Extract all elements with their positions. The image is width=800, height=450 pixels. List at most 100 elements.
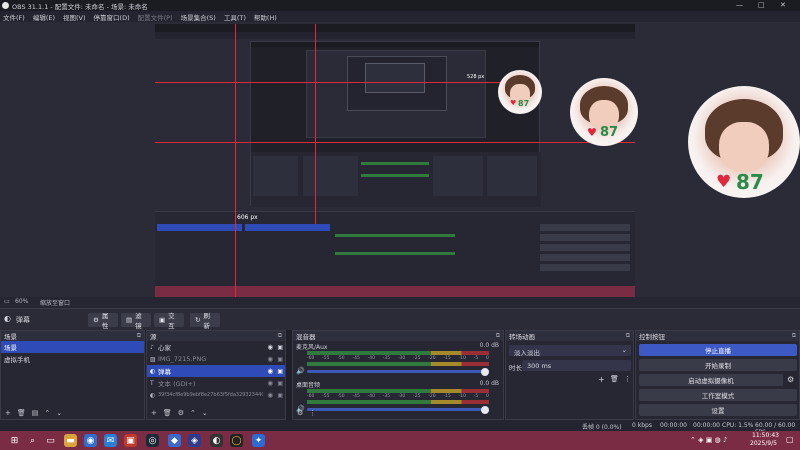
lock-icon[interactable]: ▣ bbox=[277, 356, 283, 363]
source-item[interactable]: ◐ 39f34cf8e9b9ebf8e27b63f5fda329323440...… bbox=[147, 389, 285, 401]
eye-icon[interactable]: ◉ bbox=[267, 343, 273, 351]
menu-edit[interactable]: 编辑(E) bbox=[33, 12, 55, 22]
scenes-dock-header: 场景 ⧉ bbox=[1, 331, 144, 341]
source-item[interactable]: ◐ 弹幕 ◉ ▣ bbox=[147, 365, 285, 377]
channel-db: 0.0 dB bbox=[479, 380, 499, 387]
scenes-footer: + 🗑 ▤ ⌃ ⌄ bbox=[1, 406, 144, 419]
channel-db: 0.0 dB bbox=[479, 342, 499, 349]
app-icon[interactable]: ◈ bbox=[188, 434, 201, 447]
menu-file[interactable]: 文件(F) bbox=[3, 12, 25, 22]
speaker-icon[interactable]: 🔊 bbox=[296, 367, 305, 375]
filters-button[interactable]: ▤ 滤镜 bbox=[121, 312, 151, 330]
size-readout-small: 528 px bbox=[467, 74, 485, 80]
move-down-icon[interactable]: ⌄ bbox=[56, 409, 62, 417]
filter-icon: ▤ bbox=[126, 316, 133, 324]
webcam-overlay-small[interactable]: ♥ 87 bbox=[498, 70, 542, 114]
text-icon: T bbox=[150, 379, 154, 387]
source-item[interactable]: ♪ 心家 ◉ ▣ bbox=[147, 341, 285, 353]
refresh-button[interactable]: ↻ 刷新 bbox=[190, 312, 220, 330]
maximize-button[interactable]: □ bbox=[758, 1, 765, 9]
mail-icon[interactable]: ✉ bbox=[104, 434, 117, 447]
task-view-icon[interactable]: ▭ bbox=[44, 434, 57, 447]
gear-icon[interactable]: ⚙ bbox=[787, 375, 794, 384]
stop-streaming-button[interactable]: 停止直播 bbox=[639, 344, 797, 356]
webcam-overlay-large[interactable]: ♥ 87 bbox=[688, 86, 800, 198]
clock-time[interactable]: 11:50:43 bbox=[752, 432, 779, 439]
add-icon[interactable]: + bbox=[5, 409, 11, 417]
menu-help[interactable]: 帮助(H) bbox=[254, 12, 277, 22]
menu-scene-collection[interactable]: 场景集合(S) bbox=[181, 12, 216, 22]
source-item[interactable]: ▨ IMG_7215.PNG ◉ ▣ bbox=[147, 353, 285, 365]
add-icon[interactable]: + bbox=[151, 409, 157, 417]
properties-button[interactable]: ⚙ 属性 bbox=[88, 312, 118, 330]
tray-icons[interactable]: ⌃ ◈ ▣ ◍ ♪ bbox=[690, 436, 727, 444]
mixer-footer: ⚙ ⋮ bbox=[293, 406, 503, 419]
preview-status-strip: ▭ 60% 缩放至窗口 bbox=[0, 297, 800, 308]
close-button[interactable]: ✕ bbox=[780, 1, 786, 9]
interact-button[interactable]: ▣ 交互 bbox=[154, 312, 184, 330]
browser-icon[interactable]: ◉ bbox=[84, 434, 97, 447]
steam-icon[interactable]: ◎ bbox=[146, 434, 159, 447]
scene-item[interactable]: 虚拟手机 bbox=[1, 353, 144, 365]
eye-icon[interactable]: ◉ bbox=[267, 367, 273, 375]
preview-canvas[interactable]: 606 px 528 px bbox=[155, 24, 635, 297]
source-item[interactable]: T 文本 (GDI+) ◉ ▣ bbox=[147, 377, 285, 389]
menu-icon[interactable]: ⋮ bbox=[624, 375, 631, 383]
dock-float-icon[interactable]: ⧉ bbox=[137, 332, 141, 340]
file-explorer-icon[interactable]: ▬ bbox=[64, 434, 77, 447]
zoom-level[interactable]: 60% bbox=[15, 298, 28, 305]
webcam-overlay-medium[interactable]: ♥ 87 bbox=[570, 78, 638, 146]
menu-icon[interactable]: ⋮ bbox=[309, 409, 316, 417]
dock-float-icon[interactable]: ⧉ bbox=[792, 332, 796, 340]
lock-icon[interactable]: ▣ bbox=[277, 344, 283, 351]
zoom-mode[interactable]: 缩放至窗口 bbox=[40, 298, 70, 307]
windows-start-icon[interactable]: ⊞ bbox=[8, 434, 21, 447]
clock-date[interactable]: 2025/9/5 bbox=[750, 440, 777, 447]
dock-float-icon[interactable]: ⧉ bbox=[496, 332, 500, 340]
lock-icon[interactable]: ▣ bbox=[277, 368, 283, 375]
eye-icon[interactable]: ◉ bbox=[267, 391, 273, 399]
start-virtualcam-button[interactable]: 启动虚拟摄像机 bbox=[639, 374, 783, 386]
taskbar: ⊞ ⌕ ▭ ▬ ◉ ✉ ▣ ◎ ◆ ◈ ◐ ◯ ✦ ⌃ ◈ ▣ ◍ ♪ 11:5… bbox=[0, 431, 800, 450]
duration-input[interactable]: 300 ms bbox=[522, 360, 631, 371]
notification-icon[interactable]: ▢ bbox=[786, 435, 794, 444]
level-meter bbox=[307, 362, 489, 366]
app-icon[interactable]: ▣ bbox=[124, 434, 137, 447]
move-up-icon[interactable]: ⌃ bbox=[44, 409, 50, 417]
menu-view[interactable]: 视图(V) bbox=[63, 12, 86, 22]
app-icon[interactable]: ✦ bbox=[252, 434, 265, 447]
add-icon[interactable]: + bbox=[598, 375, 605, 384]
lock-icon[interactable]: ▣ bbox=[277, 392, 283, 399]
eye-icon[interactable]: ◉ bbox=[267, 355, 273, 363]
gear-icon[interactable]: ⚙ bbox=[297, 409, 303, 417]
app-icon[interactable]: ◯ bbox=[230, 434, 243, 447]
search-icon[interactable]: ⌕ bbox=[26, 434, 39, 447]
menu-dock[interactable]: 停靠窗口(D) bbox=[94, 12, 130, 22]
eye-icon[interactable]: ◉ bbox=[267, 379, 273, 387]
delete-icon[interactable]: 🗑 bbox=[17, 409, 26, 417]
volume-slider[interactable] bbox=[307, 370, 485, 373]
dock-float-icon[interactable]: ⧉ bbox=[626, 332, 630, 340]
move-up-icon[interactable]: ⌃ bbox=[190, 409, 196, 417]
selection-guide-line bbox=[235, 24, 236, 297]
gear-icon[interactable]: ⚙ bbox=[178, 409, 184, 417]
studio-mode-button[interactable]: 工作室模式 bbox=[639, 389, 797, 401]
menu-profile[interactable]: 配置文件(P) bbox=[138, 12, 173, 22]
delete-icon[interactable]: 🗑 bbox=[163, 409, 172, 417]
dock-float-icon[interactable]: ⧉ bbox=[278, 332, 282, 340]
lock-icon[interactable]: ▣ bbox=[277, 380, 283, 387]
scene-item[interactable]: 场景 bbox=[1, 341, 144, 353]
minimize-button[interactable]: — bbox=[736, 1, 743, 9]
transition-select[interactable]: 淡入淡出 ⌄ bbox=[509, 345, 631, 357]
start-recording-button[interactable]: 开始录制 bbox=[639, 359, 797, 371]
app-icon[interactable]: ◆ bbox=[168, 434, 181, 447]
volume-slider-handle[interactable] bbox=[481, 368, 489, 376]
status-bar: 丢帧 0 (0.0%) 0 kbps 00:00:00 00:00:00 CPU… bbox=[0, 420, 800, 436]
filter-icon[interactable]: ▤ bbox=[32, 409, 39, 417]
settings-button[interactable]: 设置 bbox=[639, 404, 797, 416]
delete-icon[interactable]: 🗑 bbox=[610, 375, 619, 383]
obs-icon[interactable]: ◐ bbox=[210, 434, 223, 447]
meter-ticks: -60 -55 -50 -45 -40 -35 -30 -25 -20 -15 -10 -5 0 bbox=[307, 356, 489, 361]
move-down-icon[interactable]: ⌄ bbox=[202, 409, 208, 417]
menu-tools[interactable]: 工具(T) bbox=[224, 12, 246, 22]
